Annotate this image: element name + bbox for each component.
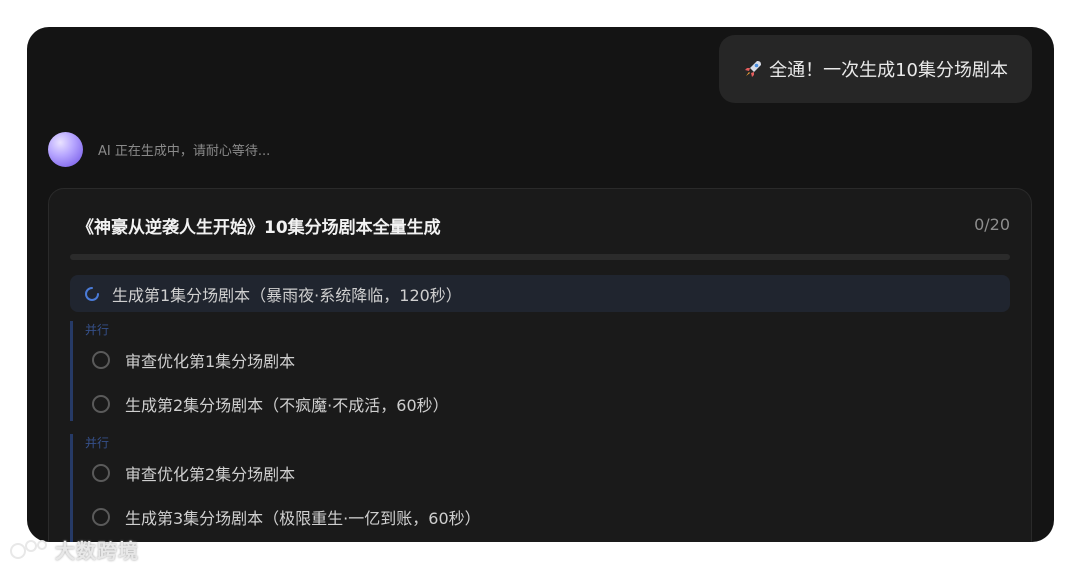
pending-circle-icon	[92, 508, 110, 526]
ai-status-text: AI 正在生成中，请耐心等待...	[98, 144, 271, 159]
ai-status-row: AI 正在生成中，请耐心等待...	[48, 132, 270, 167]
task-card-title: 《神豪从逆袭人生开始》10集分场剧本全量生成	[77, 218, 441, 238]
watermark-logo-icon	[10, 539, 47, 559]
task-label: 审查优化第2集分场剧本	[125, 465, 296, 484]
user-message-bubble: 全通！一次生成10集分场剧本	[719, 35, 1032, 103]
task-item: 审查优化第1集分场剧本	[92, 348, 295, 372]
progress-bar	[70, 254, 1010, 260]
active-task-label: 生成第1集分场剧本（暴雨夜·系统降临，120秒）	[112, 285, 462, 305]
pending-circle-icon	[92, 395, 110, 413]
pending-circle-icon	[92, 464, 110, 482]
active-task-row: 生成第1集分场剧本（暴雨夜·系统降临，120秒）	[70, 275, 1010, 312]
task-item: 生成第2集分场剧本（不疯魔·不成活，60秒）	[92, 392, 449, 416]
task-item: 生成第3集分场剧本（极限重生·一亿到账，60秒）	[92, 505, 481, 529]
chat-window: 全通！一次生成10集分场剧本 AI 正在生成中，请耐心等待... 《神豪从逆袭人…	[27, 27, 1054, 542]
pending-circle-icon	[92, 351, 110, 369]
task-progress-count: 0/20	[974, 215, 1010, 234]
task-label: 生成第2集分场剧本（不疯魔·不成活，60秒）	[125, 396, 449, 415]
watermark-text: 大数跨境	[55, 539, 139, 563]
watermark: 大数跨境	[9, 535, 139, 564]
parallel-group-label: 并行	[85, 323, 110, 337]
task-card: 《神豪从逆袭人生开始》10集分场剧本全量生成 0/20 生成第1集分场剧本（暴雨…	[48, 188, 1032, 542]
parallel-group-label: 并行	[85, 436, 110, 450]
loading-spinner-icon	[85, 286, 99, 301]
task-label: 生成第3集分场剧本（极限重生·一亿到账，60秒）	[125, 509, 481, 528]
parallel-group-2: 并行 审查优化第2集分场剧本 生成第3集分场剧本（极限重生·一亿到账，60秒）	[70, 434, 673, 542]
task-item: 审查优化第2集分场剧本	[92, 461, 295, 485]
user-message-text: 全通！一次生成10集分场剧本	[769, 60, 1008, 81]
rocket-icon	[745, 61, 762, 77]
task-label: 审查优化第1集分场剧本	[125, 352, 296, 371]
ai-avatar	[48, 132, 83, 167]
parallel-group-1: 并行 审查优化第1集分场剧本 生成第2集分场剧本（不疯魔·不成活，60秒）	[70, 321, 673, 421]
